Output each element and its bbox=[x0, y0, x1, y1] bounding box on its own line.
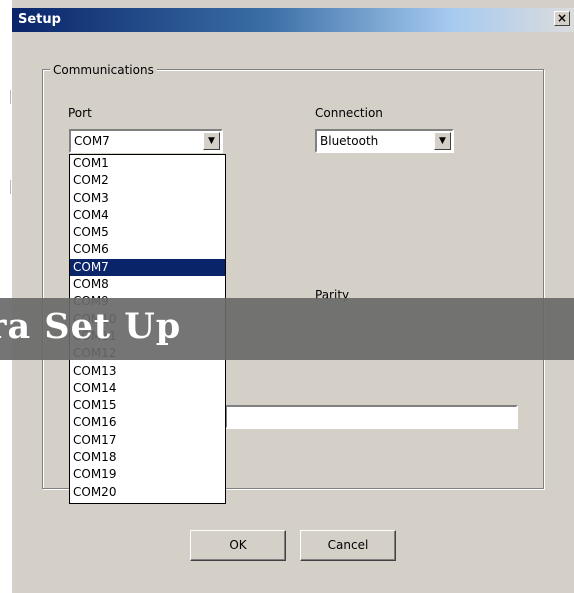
port-option[interactable]: COM19 bbox=[70, 466, 225, 483]
port-option[interactable]: COM16 bbox=[70, 414, 225, 431]
chevron-down-icon[interactable]: ▼ bbox=[434, 132, 451, 150]
window-title: Setup bbox=[18, 12, 61, 27]
port-option[interactable]: COM20 bbox=[70, 484, 225, 501]
connection-label: Connection bbox=[315, 106, 383, 120]
port-option[interactable]: COM2 bbox=[70, 172, 225, 189]
ok-button[interactable]: OK bbox=[190, 530, 286, 561]
port-option[interactable]: COM14 bbox=[70, 380, 225, 397]
port-option[interactable]: COM18 bbox=[70, 449, 225, 466]
overlay-text: ra Set Up bbox=[0, 306, 182, 347]
port-option[interactable]: COM15 bbox=[70, 397, 225, 414]
port-option[interactable]: COM7 bbox=[70, 258, 225, 277]
background-strip bbox=[0, 0, 12, 593]
close-button[interactable]: × bbox=[554, 11, 570, 26]
port-option[interactable]: COM4 bbox=[70, 207, 225, 224]
port-option[interactable]: COM8 bbox=[70, 276, 225, 293]
strip-mark bbox=[10, 90, 11, 104]
port-option[interactable]: COM3 bbox=[70, 190, 225, 207]
port-label: Port bbox=[68, 106, 92, 120]
port-option[interactable]: COM5 bbox=[70, 224, 225, 241]
port-combobox[interactable]: COM7 ▼ bbox=[69, 129, 223, 153]
text-field[interactable] bbox=[225, 405, 518, 429]
setup-dialog: Setup × Communications Port COM7 ▼ Conne… bbox=[12, 0, 574, 593]
cancel-button[interactable]: Cancel bbox=[300, 530, 396, 561]
chevron-down-icon[interactable]: ▼ bbox=[203, 132, 220, 150]
port-option[interactable]: COM13 bbox=[70, 363, 225, 380]
port-option[interactable]: COM1 bbox=[70, 155, 225, 172]
port-option[interactable]: COM17 bbox=[70, 432, 225, 449]
close-icon: × bbox=[556, 11, 568, 25]
group-label: Communications bbox=[50, 63, 157, 77]
port-option[interactable]: COM6 bbox=[70, 241, 225, 258]
strip-mark bbox=[10, 180, 11, 194]
connection-value: Bluetooth bbox=[320, 134, 379, 148]
overlay-banner: ra Set Up bbox=[0, 298, 574, 360]
port-value: COM7 bbox=[74, 134, 110, 148]
connection-combobox[interactable]: Bluetooth ▼ bbox=[315, 129, 454, 153]
title-bar: Setup × bbox=[12, 8, 574, 32]
